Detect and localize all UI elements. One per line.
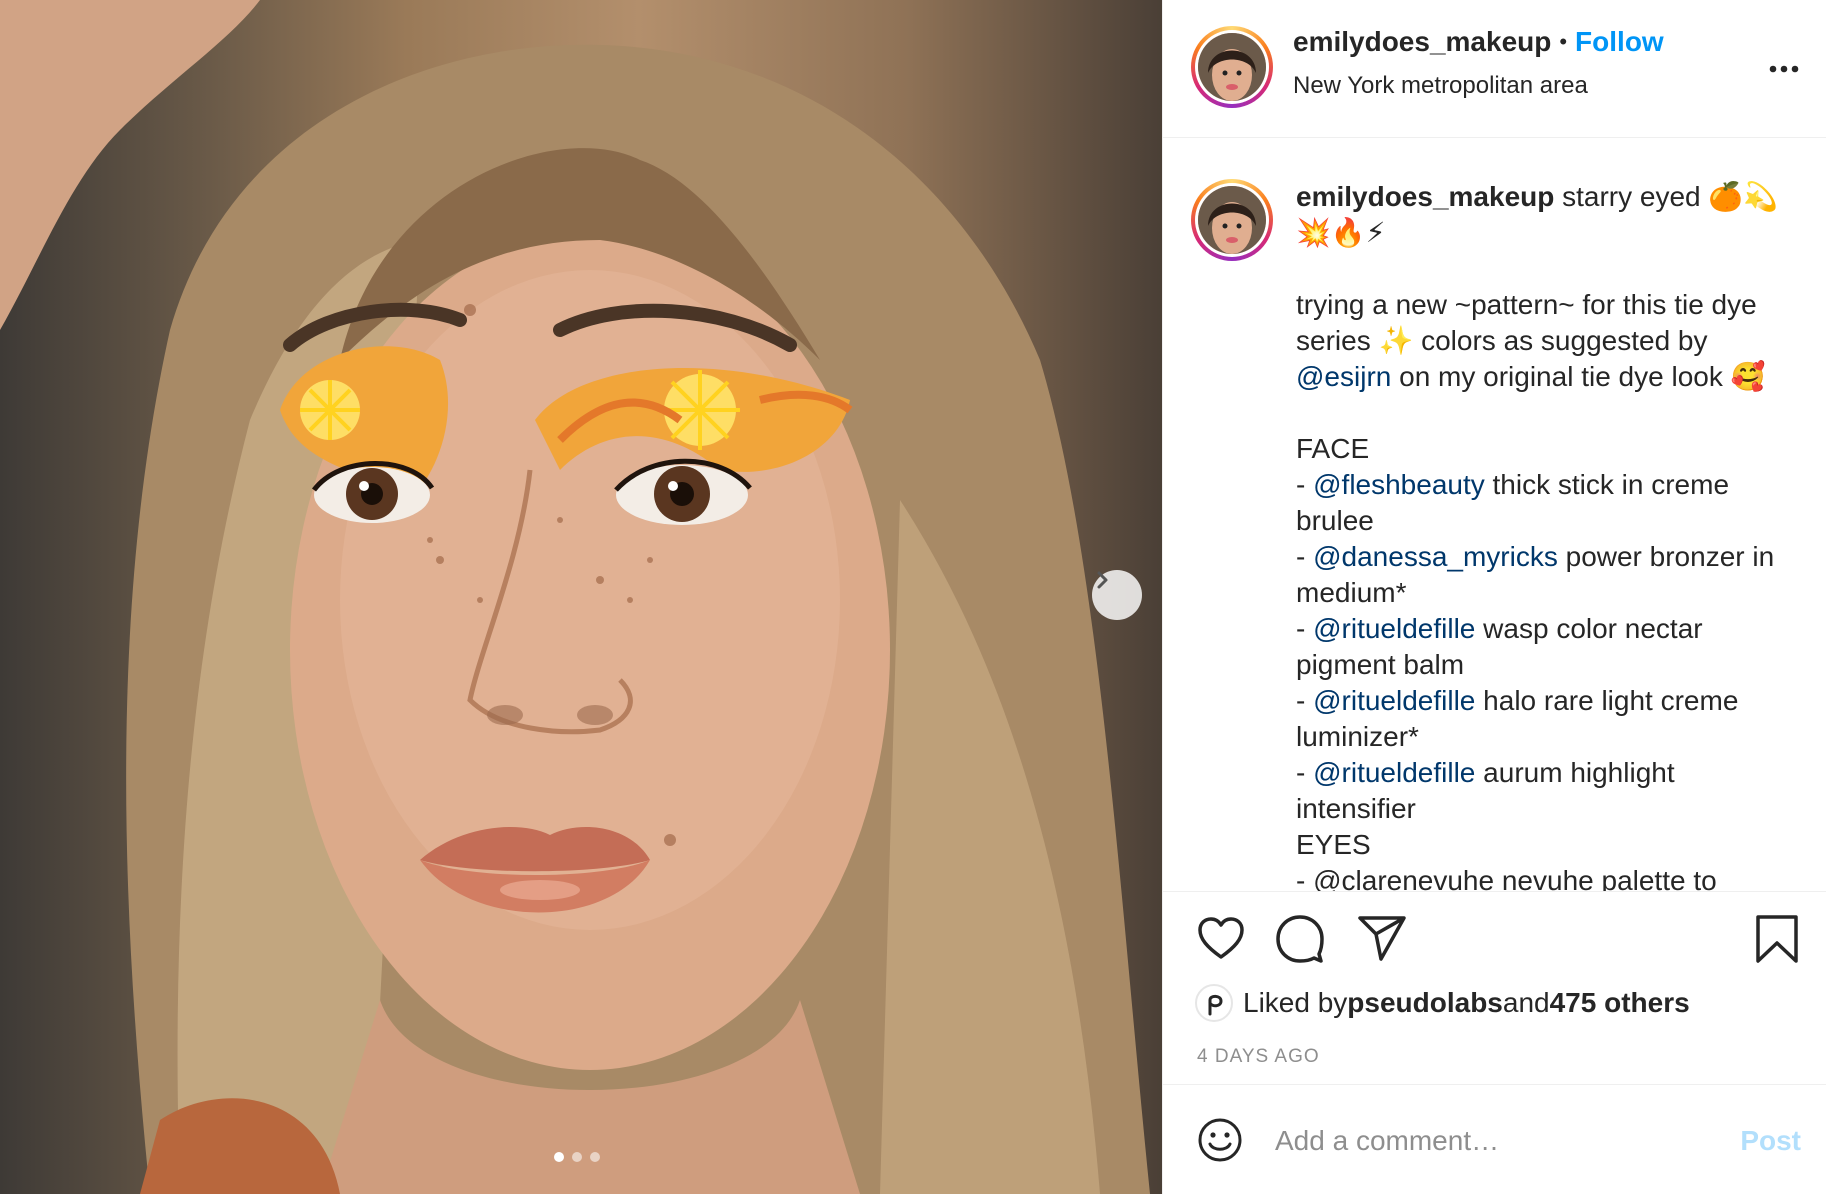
- list-bullet: -: [1296, 613, 1314, 644]
- caption-line: 💥🔥⚡: [1296, 217, 1386, 248]
- carousel-dot: [572, 1152, 582, 1162]
- mention-link[interactable]: @fleshbeauty: [1313, 469, 1485, 500]
- section-heading: FACE: [1296, 433, 1370, 464]
- comment-bar: Post: [1163, 1084, 1826, 1194]
- heart-icon: [1198, 917, 1244, 959]
- mention-link[interactable]: @ritueldefille: [1313, 757, 1475, 788]
- comment-icon: [1276, 915, 1324, 963]
- list-bullet: -: [1296, 685, 1314, 716]
- post-actions: Liked by pseudolabs and 475 others 4 DAY…: [1163, 891, 1826, 1084]
- author-username[interactable]: emilydoes_makeup: [1293, 26, 1551, 58]
- carousel-next-button[interactable]: [1092, 570, 1142, 620]
- share-button[interactable]: [1357, 914, 1407, 967]
- post-detail-panel: emilydoes_makeup • Follow New York metro…: [1162, 0, 1826, 1194]
- list-bullet: -: [1296, 757, 1314, 788]
- separator-dot: •: [1559, 29, 1568, 54]
- post-location[interactable]: New York metropolitan area: [1293, 72, 1588, 100]
- list-bullet: -: [1296, 541, 1314, 572]
- post-header: emilydoes_makeup • Follow New York metro…: [1163, 0, 1826, 138]
- caption-paragraph: trying a new ~pattern~ for this tie dye …: [1296, 289, 1765, 356]
- comment-button[interactable]: [1275, 914, 1325, 969]
- liker-avatar: [1195, 984, 1233, 1022]
- photo-illustration: [0, 0, 1150, 1194]
- likes-middle: and: [1502, 987, 1550, 1018]
- carousel-dot: [590, 1152, 600, 1162]
- mention-link[interactable]: @ritueldefille: [1313, 685, 1475, 716]
- caption-text: emilydoes_makeup starry eyed 🍊💫 💥🔥⚡ tryi…: [1296, 179, 1796, 891]
- like-button[interactable]: [1197, 916, 1245, 965]
- mention-link[interactable]: @danessa_myricks: [1313, 541, 1558, 572]
- emoji-button[interactable]: [1197, 1117, 1243, 1168]
- post-timestamp[interactable]: 4 DAYS AGO: [1197, 1046, 1320, 1068]
- comment-input[interactable]: [1275, 1119, 1715, 1163]
- caption-line-partial: - @clarenevuhe nevuhe palette to: [1296, 865, 1717, 891]
- mention-link[interactable]: @ritueldefille: [1313, 613, 1475, 644]
- more-horizontal-icon: [1769, 65, 1799, 73]
- smiley-icon: [1198, 1118, 1242, 1162]
- caption-area[interactable]: emilydoes_makeup starry eyed 🍊💫 💥🔥⚡ tryi…: [1163, 139, 1826, 891]
- caption-username[interactable]: emilydoes_makeup: [1296, 181, 1554, 212]
- section-heading: EYES: [1296, 829, 1371, 860]
- follow-button[interactable]: Follow: [1575, 26, 1664, 58]
- caption-paragraph: on my original tie dye look 🥰: [1391, 361, 1766, 392]
- post-photo[interactable]: [0, 0, 1162, 1194]
- paper-plane-icon: [1358, 916, 1406, 961]
- carousel-indicator: [554, 1152, 600, 1162]
- likes-prefix: Liked by: [1243, 987, 1348, 1018]
- list-bullet: -: [1296, 469, 1314, 500]
- likes-count-link[interactable]: 475 others: [1550, 987, 1690, 1019]
- caption-author-avatar[interactable]: [1191, 179, 1273, 261]
- likes-summary[interactable]: Liked by pseudolabs and 475 others: [1195, 984, 1690, 1022]
- pseudolabs-logo-icon: [1208, 994, 1223, 1016]
- post-comment-button[interactable]: Post: [1740, 1125, 1801, 1157]
- liker-username[interactable]: pseudolabs: [1347, 987, 1503, 1019]
- more-options-button[interactable]: [1769, 60, 1799, 78]
- carousel-dot: [554, 1152, 564, 1162]
- author-avatar[interactable]: [1191, 26, 1273, 108]
- bookmark-icon: [1756, 915, 1798, 963]
- save-button[interactable]: [1755, 914, 1799, 969]
- chevron-right-icon: [1097, 571, 1108, 589]
- mention-link[interactable]: @esijrn: [1296, 361, 1391, 392]
- caption-line: starry eyed 🍊💫: [1554, 181, 1779, 212]
